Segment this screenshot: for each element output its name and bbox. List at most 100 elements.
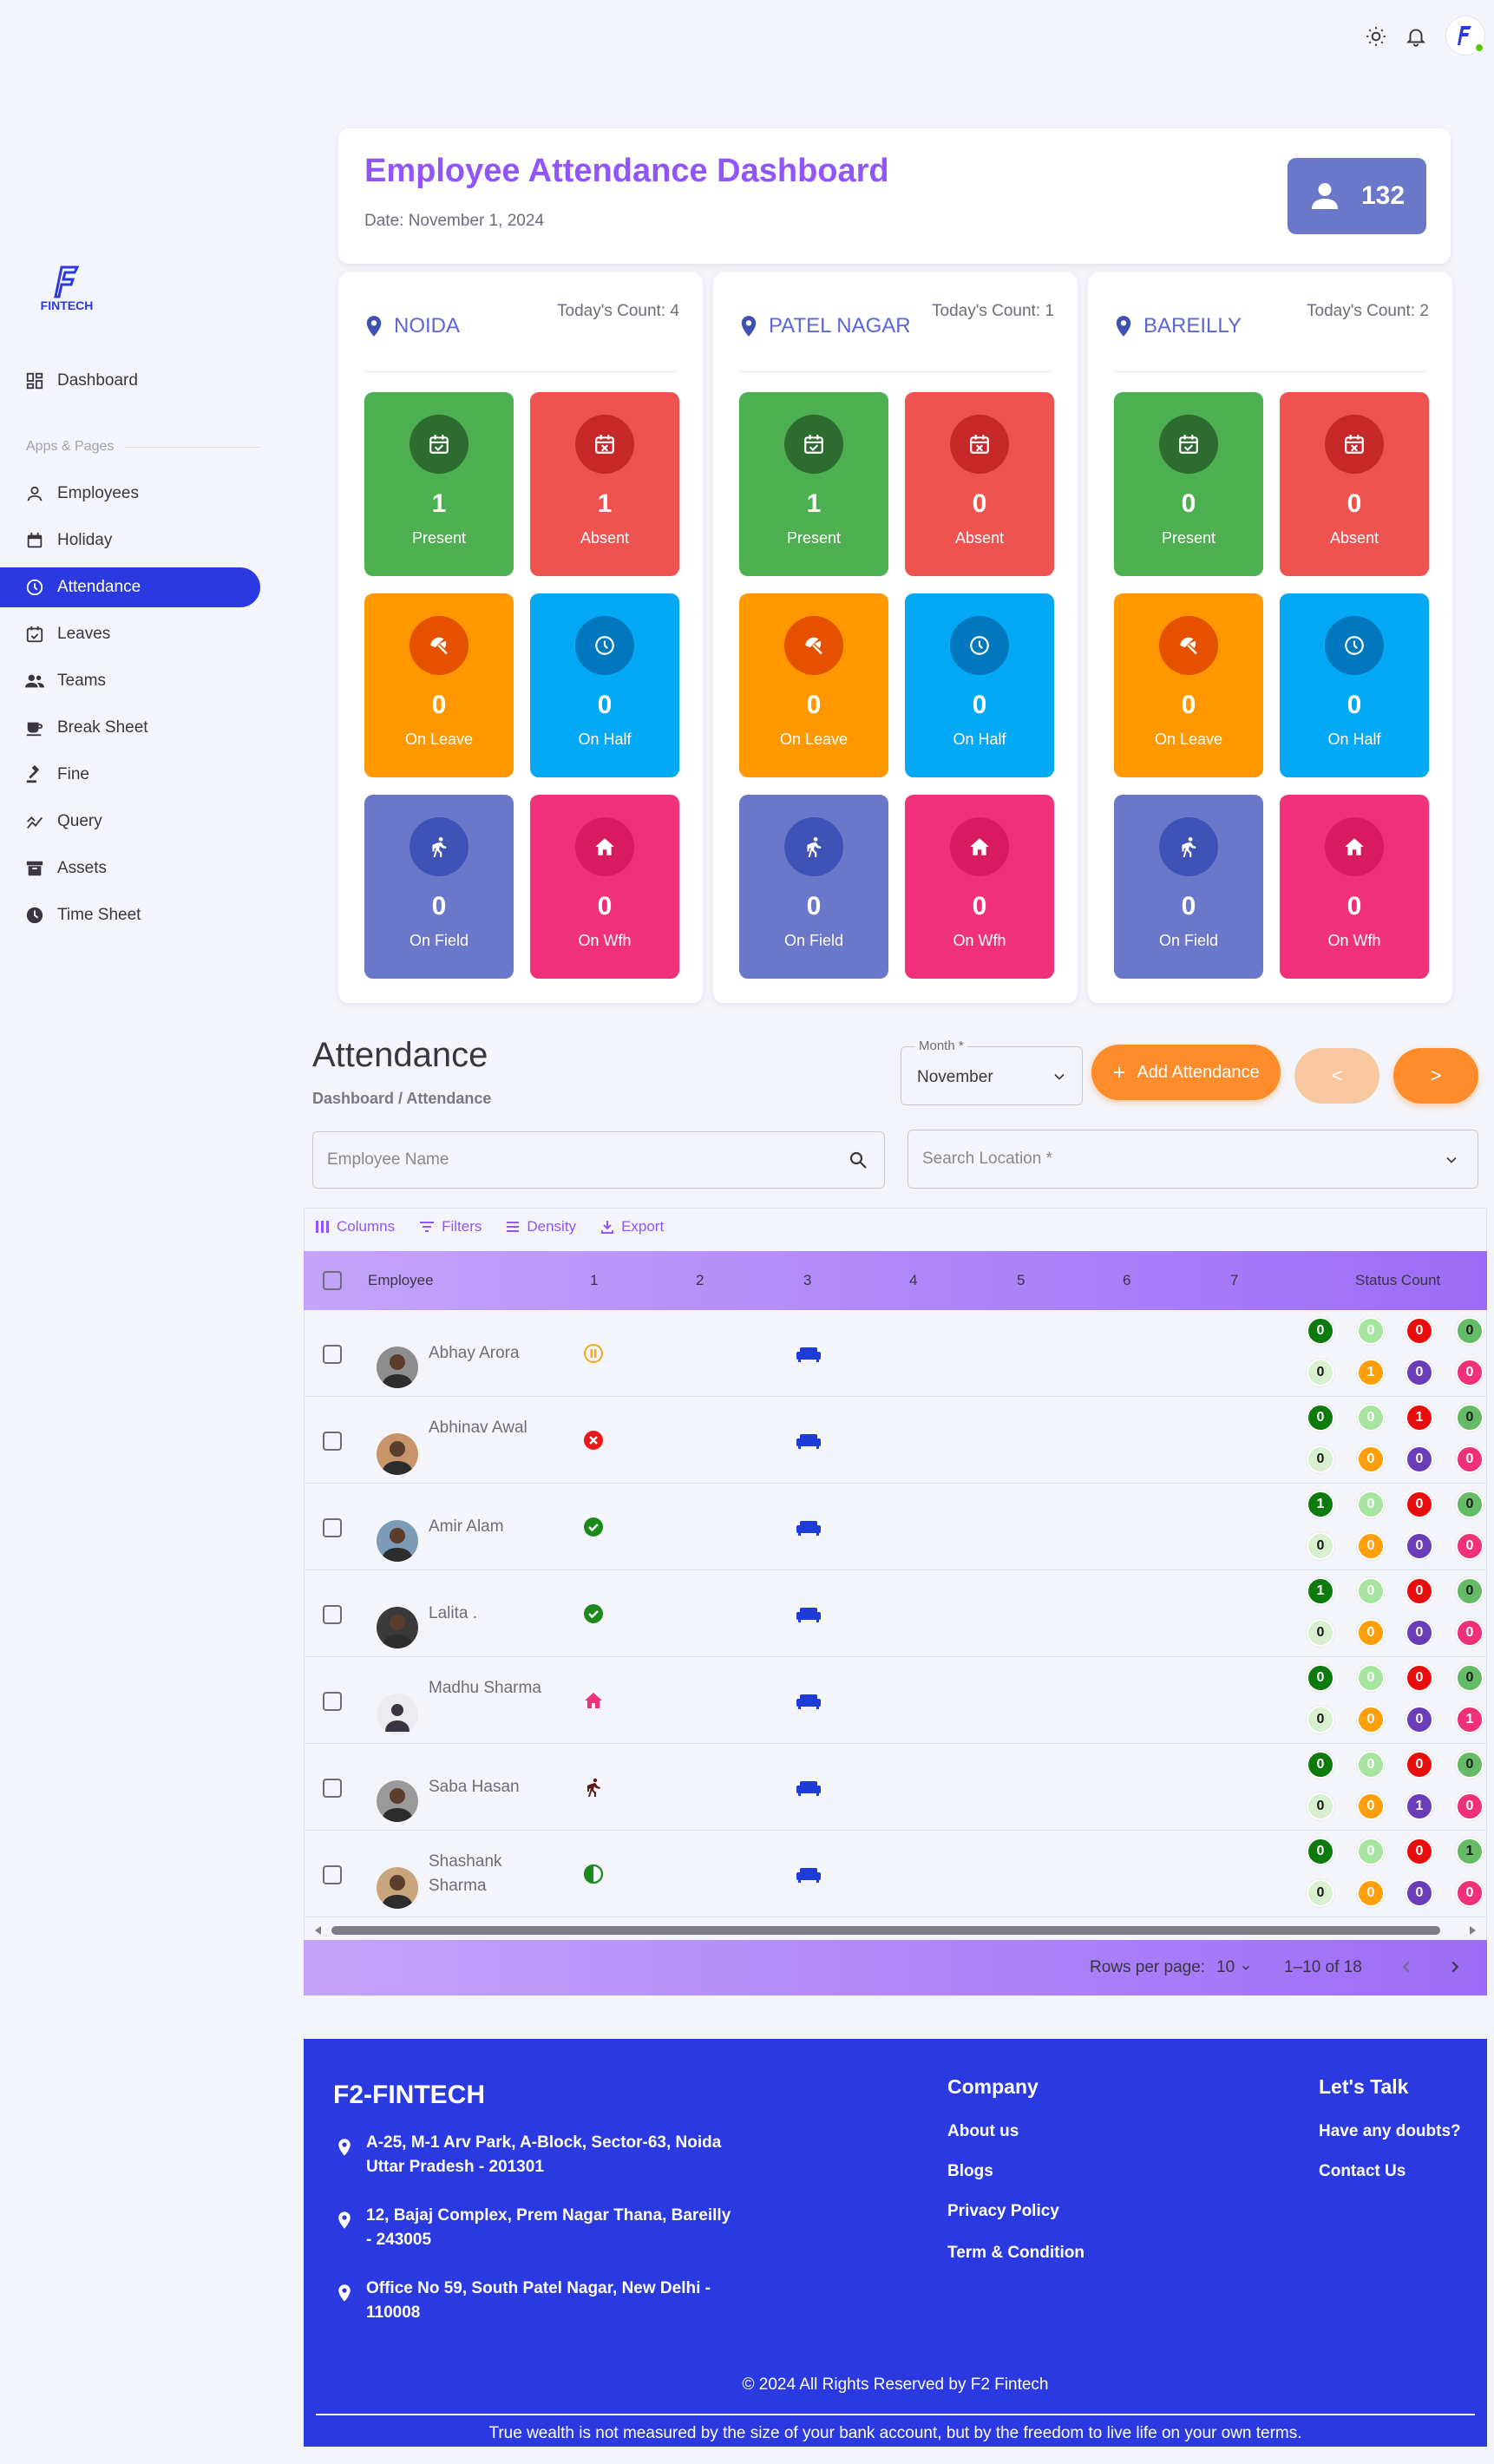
brand-logo[interactable]: FINTECH: [38, 265, 95, 318]
table-row[interactable]: Amir Alam 1 0 0 0 0 0 0 0: [304, 1484, 1487, 1570]
tile-absent[interactable]: 1 Absent: [530, 392, 679, 576]
absent-x-icon[interactable]: [583, 1430, 604, 1451]
table-row[interactable]: Shashank Sharma 0 0 0 1 0 0 0 0: [304, 1831, 1487, 1917]
field-run-icon[interactable]: [583, 1777, 604, 1798]
column-header-day-3[interactable]: 3: [803, 1272, 811, 1289]
scrollbar-thumb[interactable]: [331, 1926, 1440, 1935]
next-month-button[interactable]: >: [1393, 1048, 1478, 1104]
add-attendance-button[interactable]: Add Attendance: [1091, 1045, 1281, 1100]
tile-present[interactable]: 0 Present: [1114, 392, 1263, 576]
sidebar-item-assets[interactable]: Assets: [0, 849, 260, 888]
sofa-icon[interactable]: [796, 1520, 821, 1536]
column-header-status-count[interactable]: Status Count: [1355, 1272, 1440, 1289]
tile-absent[interactable]: 0 Absent: [1280, 392, 1429, 576]
row-checkbox[interactable]: [323, 1865, 342, 1884]
scroll-right-arrow-icon[interactable]: [1468, 1926, 1477, 1935]
table-row[interactable]: Abhinav Awal 0 0 1 0 0 0 0 0: [304, 1397, 1487, 1484]
filters-button[interactable]: Filters: [419, 1218, 482, 1235]
sofa-icon[interactable]: [796, 1694, 821, 1709]
next-page-icon[interactable]: [1445, 1957, 1465, 1976]
columns-button[interactable]: Columns: [316, 1218, 395, 1235]
notification-bell-icon[interactable]: [1400, 21, 1432, 52]
tile-absent[interactable]: 0 Absent: [905, 392, 1054, 576]
tile-on-wfh[interactable]: 0 On Wfh: [530, 795, 679, 979]
employee-name[interactable]: Saba Hasan: [429, 1775, 541, 1799]
column-header-day-1[interactable]: 1: [590, 1272, 598, 1289]
tile-on-leave[interactable]: 0 On Leave: [1114, 593, 1263, 777]
home-icon[interactable]: [583, 1690, 604, 1711]
scroll-left-arrow-icon[interactable]: [314, 1926, 323, 1935]
sidebar-item-fine[interactable]: Fine: [0, 755, 260, 795]
sofa-icon[interactable]: [796, 1607, 821, 1622]
density-button[interactable]: Density: [506, 1218, 576, 1235]
present-check-icon[interactable]: [583, 1517, 604, 1537]
sidebar-item-query[interactable]: Query: [0, 802, 260, 842]
footer-link-terms[interactable]: Term & Condition: [947, 2244, 1084, 2263]
sidebar-item-employees[interactable]: Employees: [0, 474, 260, 514]
rows-per-page-select[interactable]: 10: [1216, 1958, 1252, 1977]
sofa-icon[interactable]: [796, 1433, 821, 1449]
sidebar-item-break-sheet[interactable]: Break Sheet: [0, 708, 260, 748]
row-checkbox[interactable]: [323, 1779, 342, 1798]
breadcrumb[interactable]: Dashboard / Attendance: [312, 1090, 491, 1108]
row-checkbox[interactable]: [323, 1345, 342, 1364]
table-row[interactable]: Saba Hasan 0 0 0 0 0 0 1 0: [304, 1744, 1487, 1831]
tile-on-half[interactable]: 0 On Half: [1280, 593, 1429, 777]
employee-name[interactable]: Madhu Sharma: [429, 1676, 541, 1701]
column-header-day-7[interactable]: 7: [1230, 1272, 1238, 1289]
sidebar-item-attendance[interactable]: Attendance: [0, 567, 260, 607]
location-search-select[interactable]: Search Location *: [908, 1130, 1478, 1189]
theme-toggle-icon[interactable]: [1360, 21, 1392, 52]
month-select[interactable]: Month * November: [901, 1039, 1083, 1105]
table-row[interactable]: Lalita .10000000: [304, 1570, 1487, 1657]
tile-on-field[interactable]: 0 On Field: [739, 795, 888, 979]
present-check-icon[interactable]: [583, 1603, 604, 1624]
tile-on-leave[interactable]: 0 On Leave: [364, 593, 514, 777]
column-header-day-2[interactable]: 2: [696, 1272, 704, 1289]
employee-name[interactable]: Abhinav Awal: [429, 1416, 541, 1440]
employee-name[interactable]: Amir Alam: [429, 1515, 541, 1539]
half-pause-icon[interactable]: [583, 1343, 604, 1364]
tile-present[interactable]: 1 Present: [739, 392, 888, 576]
sidebar-item-time-sheet[interactable]: Time Sheet: [0, 895, 260, 935]
footer-link-about[interactable]: About us: [947, 2122, 1019, 2141]
tile-on-field[interactable]: 0 On Field: [1114, 795, 1263, 979]
previous-page-icon[interactable]: [1397, 1957, 1416, 1976]
column-header-day-4[interactable]: 4: [909, 1272, 917, 1289]
table-row[interactable]: Abhay Arora 0 0 0 0 0 1 0 0: [304, 1310, 1487, 1397]
employee-name[interactable]: Shashank Sharma: [429, 1850, 541, 1898]
tile-on-field[interactable]: 0 On Field: [364, 795, 514, 979]
row-checkbox[interactable]: [323, 1692, 342, 1711]
row-checkbox[interactable]: [323, 1432, 342, 1451]
footer-link-privacy[interactable]: Privacy Policy: [947, 2202, 1059, 2221]
sidebar-item-leaves[interactable]: Leaves: [0, 614, 260, 654]
tile-on-leave[interactable]: 0 On Leave: [739, 593, 888, 777]
sofa-icon[interactable]: [796, 1780, 821, 1796]
footer-link-doubts[interactable]: Have any doubts?: [1319, 2122, 1461, 2141]
column-header-employee[interactable]: Employee: [368, 1272, 434, 1289]
tile-on-wfh[interactable]: 0 On Wfh: [905, 795, 1054, 979]
column-header-day-5[interactable]: 5: [1017, 1272, 1025, 1289]
tile-present[interactable]: 1 Present: [364, 392, 514, 576]
user-avatar[interactable]: [1445, 16, 1485, 56]
half-circle-icon[interactable]: [583, 1864, 604, 1884]
footer-link-blogs[interactable]: Blogs: [947, 2162, 993, 2181]
export-button[interactable]: Export: [600, 1218, 664, 1235]
sofa-icon[interactable]: [796, 1867, 821, 1883]
sidebar-item-teams[interactable]: Teams: [0, 661, 260, 701]
employee-name[interactable]: Abhay Arora: [429, 1341, 541, 1366]
tile-on-half[interactable]: 0 On Half: [905, 593, 1054, 777]
sidebar-item-holiday[interactable]: Holiday: [0, 521, 260, 560]
tile-on-half[interactable]: 0 On Half: [530, 593, 679, 777]
employee-name[interactable]: Lalita .: [429, 1602, 541, 1626]
footer-link-contact[interactable]: Contact Us: [1319, 2162, 1406, 2181]
row-checkbox[interactable]: [323, 1518, 342, 1537]
column-header-day-6[interactable]: 6: [1123, 1272, 1130, 1289]
sofa-icon[interactable]: [796, 1347, 821, 1362]
table-row[interactable]: Madhu Sharma 0 0 0 0 0 0 0 1: [304, 1657, 1487, 1744]
sidebar-item-dashboard[interactable]: Dashboard: [0, 361, 260, 401]
select-all-checkbox[interactable]: [323, 1271, 342, 1290]
previous-month-button[interactable]: <: [1294, 1048, 1379, 1104]
tile-on-wfh[interactable]: 0 On Wfh: [1280, 795, 1429, 979]
employee-search-input[interactable]: Employee Name: [312, 1131, 885, 1189]
